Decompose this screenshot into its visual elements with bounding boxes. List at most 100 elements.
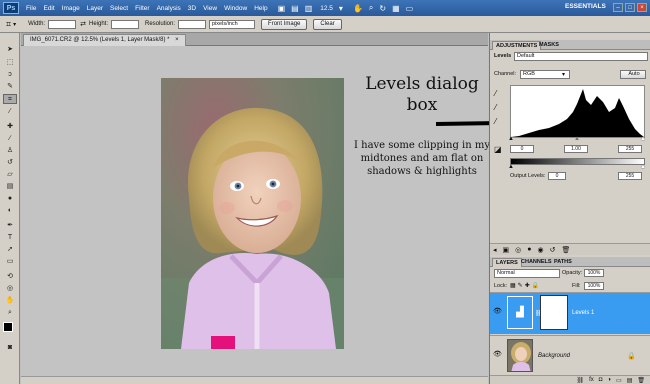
- menu-select[interactable]: Select: [110, 5, 128, 12]
- clone-stamp-icon[interactable]: ♙: [3, 146, 17, 156]
- gradient-icon[interactable]: ▤: [3, 182, 17, 192]
- trash-icon[interactable]: 🗑: [637, 377, 645, 384]
- quick-select-icon[interactable]: ✎: [3, 82, 17, 92]
- layer-mask-thumbnail[interactable]: [540, 295, 568, 330]
- screen-mode-icon[interactable]: ▭: [406, 4, 414, 13]
- new-layer-icon[interactable]: ▤: [627, 377, 633, 384]
- output-black-slider[interactable]: ▲: [508, 164, 514, 170]
- resolution-unit-select[interactable]: pixels/inch: [209, 19, 256, 29]
- 3d-orbit-icon[interactable]: ◎: [3, 284, 17, 294]
- output-black-field[interactable]: 0: [548, 172, 566, 180]
- new-group-icon[interactable]: ▭: [616, 377, 622, 384]
- clip-warning-icon[interactable]: ◪: [494, 145, 502, 154]
- tab-channels[interactable]: CHANNELS: [518, 258, 555, 267]
- input-gamma-slider[interactable]: ▲: [574, 136, 580, 142]
- 3d-rotate-icon[interactable]: ⟲: [3, 272, 17, 282]
- output-white-slider[interactable]: ▲: [640, 164, 646, 170]
- close-tab-icon[interactable]: ×: [175, 37, 179, 43]
- new-adjustment-icon[interactable]: ◑: [607, 377, 611, 383]
- arrange-icon[interactable]: ▥: [305, 4, 313, 13]
- return-arrow-icon[interactable]: ◂: [493, 246, 497, 254]
- visibility-icon[interactable]: ●: [527, 246, 531, 253]
- input-white-slider[interactable]: ▲: [640, 136, 646, 142]
- clear-button[interactable]: Clear: [313, 18, 342, 30]
- resolution-field[interactable]: [178, 19, 207, 29]
- lasso-tool-icon[interactable]: ↄ: [3, 70, 17, 80]
- foreground-color-swatch[interactable]: [3, 322, 13, 332]
- zoom-level[interactable]: 12.5: [320, 5, 333, 12]
- white-eyedropper-icon[interactable]: ⁄: [495, 117, 496, 126]
- input-white-field[interactable]: 255: [618, 145, 642, 153]
- dodge-tool-icon[interactable]: ◐: [3, 206, 17, 216]
- gray-eyedropper-icon[interactable]: ⁄: [495, 103, 496, 112]
- eyedropper-icon[interactable]: ⁄: [3, 107, 17, 117]
- layer-row-background[interactable]: 👁 Background 🔒: [490, 335, 650, 375]
- input-gamma-field[interactable]: 1.00: [564, 145, 588, 153]
- crop-tool-icon[interactable]: ⌗: [6, 19, 11, 30]
- black-eyedropper-icon[interactable]: ⁄: [495, 89, 496, 98]
- add-mask-icon[interactable]: ◘: [599, 377, 603, 383]
- panel-view-icon[interactable]: ▣: [503, 246, 510, 254]
- path-select-icon[interactable]: ➚: [3, 245, 17, 255]
- brush-tool-icon[interactable]: ∕: [3, 134, 17, 144]
- zoom-tool-icon[interactable]: ⌕: [369, 3, 373, 13]
- blur-tool-icon[interactable]: ●: [3, 194, 17, 204]
- fill-field[interactable]: 100%: [584, 282, 604, 290]
- type-tool-icon[interactable]: T: [3, 233, 17, 243]
- input-black-field[interactable]: 0: [510, 145, 534, 153]
- menu-edit[interactable]: Edit: [43, 5, 54, 12]
- fx-icon[interactable]: fx: [589, 377, 594, 383]
- clip-layer-icon[interactable]: ◎: [515, 246, 521, 254]
- tab-adjustments[interactable]: ADJUSTMENTS: [492, 41, 542, 50]
- layer-row-levels[interactable]: 👁 ▟ ⛓ Levels 1: [490, 292, 650, 334]
- eye-icon[interactable]: 👁: [493, 350, 502, 358]
- rotate-view-icon[interactable]: ↻: [379, 4, 386, 13]
- lock-icons[interactable]: ▦✎✚🔒: [510, 282, 541, 289]
- hand-tool-icon[interactable]: ✋: [3, 296, 17, 306]
- crop-tool-icon[interactable]: ⌗: [3, 94, 17, 104]
- trash-icon[interactable]: 🗑: [561, 246, 570, 254]
- menu-image[interactable]: Image: [62, 5, 80, 12]
- zoom-tool-icon[interactable]: ⌕: [3, 308, 17, 318]
- blend-mode-select[interactable]: Normal: [494, 269, 560, 278]
- tool-preset-dropdown-icon[interactable]: ▾: [13, 21, 16, 28]
- menu-layer[interactable]: Layer: [87, 5, 103, 12]
- document-photo[interactable]: [161, 78, 344, 349]
- front-image-button[interactable]: Front Image: [261, 18, 308, 30]
- view-previous-icon[interactable]: ◉: [537, 246, 543, 254]
- eye-icon[interactable]: 👁: [493, 307, 502, 315]
- dropdown-icon[interactable]: ▾: [339, 4, 343, 13]
- quick-mask-icon[interactable]: ◙: [3, 343, 17, 353]
- history-brush-icon[interactable]: ↺: [3, 158, 17, 168]
- tab-paths[interactable]: PATHS: [551, 258, 575, 267]
- width-field[interactable]: [48, 19, 77, 29]
- layer-name[interactable]: Levels 1: [572, 310, 594, 316]
- opacity-field[interactable]: 100%: [584, 269, 604, 277]
- layer-name[interactable]: Background: [538, 353, 570, 359]
- input-black-slider[interactable]: ▲: [508, 136, 514, 142]
- shape-tool-icon[interactable]: ▭: [3, 257, 17, 267]
- menu-analysis[interactable]: Analysis: [157, 5, 181, 12]
- tab-masks[interactable]: MASKS: [536, 41, 562, 50]
- move-tool-icon[interactable]: ➤: [3, 45, 17, 55]
- maximize-button[interactable]: □: [625, 3, 635, 12]
- menu-view[interactable]: View: [203, 5, 217, 12]
- close-button[interactable]: ×: [637, 3, 647, 12]
- menu-3d[interactable]: 3D: [188, 5, 196, 12]
- menu-window[interactable]: Window: [224, 5, 247, 12]
- swap-icon[interactable]: ⇄: [80, 20, 86, 28]
- output-white-field[interactable]: 255: [618, 172, 642, 180]
- eraser-icon[interactable]: ▱: [3, 170, 17, 180]
- preset-select[interactable]: Default: [514, 52, 648, 61]
- auto-button[interactable]: Auto: [620, 70, 646, 79]
- grid-icon[interactable]: ▦: [392, 4, 400, 13]
- menu-filter[interactable]: Filter: [135, 5, 149, 12]
- minimize-button[interactable]: –: [613, 3, 623, 12]
- reset-icon[interactable]: ↺: [550, 246, 556, 254]
- pen-tool-icon[interactable]: ✒: [3, 221, 17, 231]
- height-field[interactable]: [111, 19, 139, 29]
- marquee-tool-icon[interactable]: ⬚: [3, 58, 17, 68]
- hand-tool-icon[interactable]: ✋: [353, 4, 363, 13]
- minibridge-icon[interactable]: ▤: [291, 4, 299, 13]
- menu-help[interactable]: Help: [254, 5, 267, 12]
